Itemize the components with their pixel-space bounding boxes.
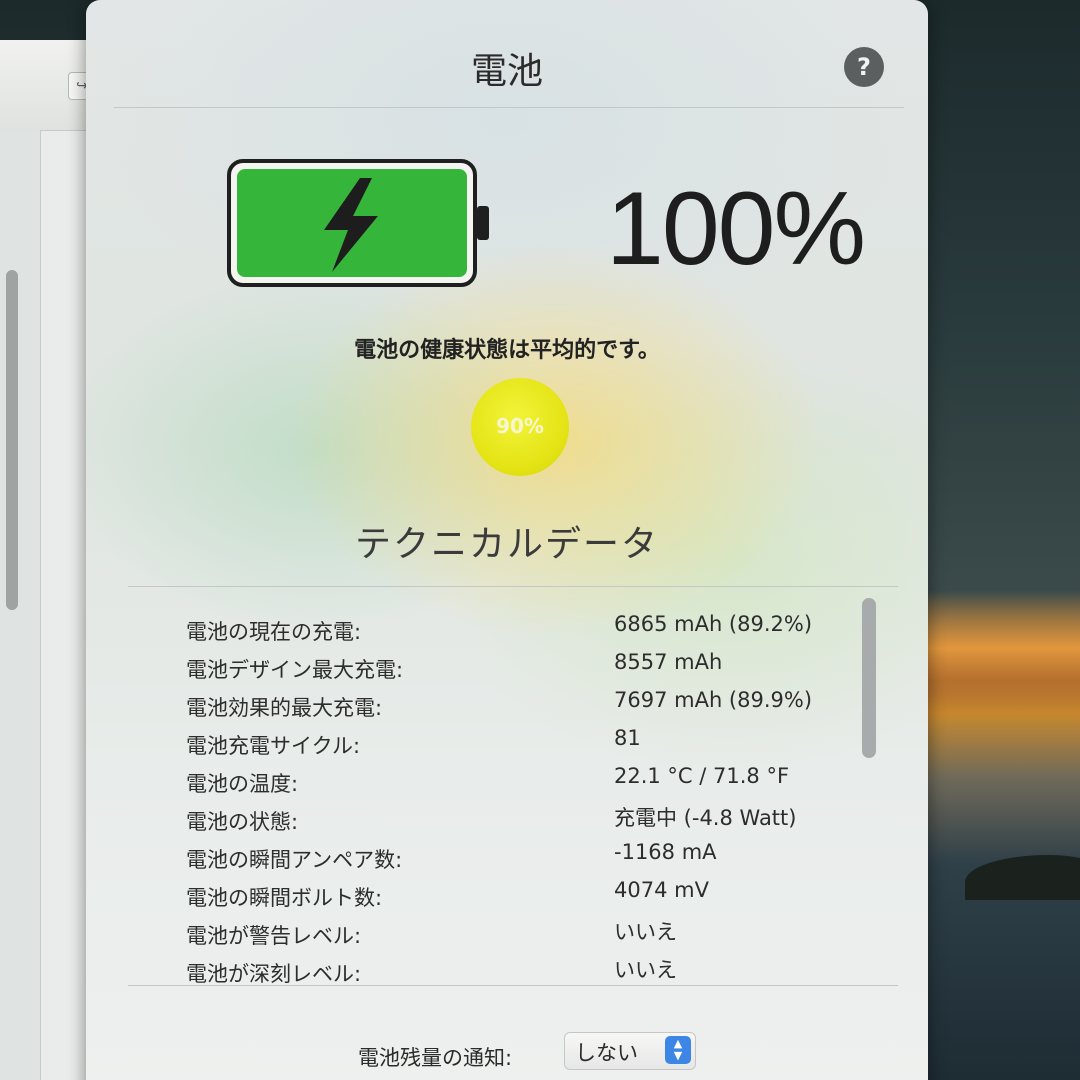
table-row: 電池の瞬間アンペア数: -1168 mA (186, 838, 866, 876)
tech-label: 電池デザイン最大充電: (186, 658, 404, 682)
notification-select-value: しない (575, 1041, 638, 1065)
notification-row: 電池残量の通知: しない ▲ ▼ (86, 1028, 928, 1072)
battery-icon (227, 159, 489, 287)
panel-title: 電池 (470, 51, 543, 92)
notification-label: 電池残量の通知: (358, 1046, 513, 1070)
tech-value: 81 (614, 726, 641, 750)
tech-value: 8557 mAh (614, 650, 723, 674)
table-row: 電池効果的最大充電: 7697 mAh (89.9%) (186, 686, 866, 724)
table-row: 電池が警告レベル: いいえ (186, 914, 866, 952)
desktop-scene: ↪ 電池 ? 100% 電池の健康状態は平均的です。 90% テクニカルデータ … (0, 0, 1080, 1080)
help-button[interactable]: ? (844, 47, 884, 87)
battery-health-percent: 90% (496, 414, 544, 438)
tech-label: 電池充電サイクル: (186, 734, 361, 758)
technical-data-scrollbar[interactable] (862, 598, 876, 758)
notification-select[interactable]: しない ▲ ▼ (564, 1032, 696, 1070)
table-row: 電池の現在の充電: 6865 mAh (89.2%) (186, 610, 866, 648)
tech-label: 電池の状態: (186, 810, 299, 834)
battery-health-text: 電池の健康状態は平均的です。 (354, 338, 660, 363)
tech-label: 電池の温度: (186, 772, 299, 796)
divider (128, 586, 898, 587)
sunset-glow (920, 590, 1080, 720)
tech-value: いいえ (614, 920, 677, 944)
tech-value: 6865 mAh (89.2%) (614, 612, 813, 636)
tech-value: いいえ (614, 958, 677, 982)
tech-value: 充電中 (-4.8 Watt) (614, 806, 797, 830)
chevron-up-down-icon[interactable]: ▲ ▼ (665, 1036, 691, 1064)
divider (114, 107, 904, 108)
tech-value: 4074 mV (614, 878, 709, 902)
battery-health-indicator: 90% (471, 378, 569, 476)
table-row: 電池の状態: 充電中 (-4.8 Watt) (186, 800, 866, 838)
table-row: 電池の温度: 22.1 °C / 71.8 °F (186, 762, 866, 800)
table-row: 電池の瞬間ボルト数: 4074 mV (186, 876, 866, 914)
background-window-scrollbar[interactable] (6, 270, 18, 610)
tech-label: 電池の瞬間ボルト数: (186, 886, 383, 910)
tech-label: 電池が警告レベル: (186, 924, 362, 948)
tech-label: 電池が深刻レベル: (186, 962, 362, 986)
battery-percent: 100% (606, 171, 866, 287)
island-silhouette (965, 855, 1080, 900)
tech-value: 7697 mAh (89.9%) (614, 688, 813, 712)
technical-data-heading: テクニカルデータ (354, 524, 659, 565)
tech-label: 電池の現在の充電: (186, 620, 362, 644)
battery-panel: 電池 ? 100% 電池の健康状態は平均的です。 90% テクニカルデータ 電池… (86, 0, 928, 1080)
tech-label: 電池の瞬間アンペア数: (186, 848, 403, 872)
tech-value: 22.1 °C / 71.8 °F (614, 764, 790, 788)
divider (128, 985, 898, 986)
table-row: 電池充電サイクル: 81 (186, 724, 866, 762)
tech-value: -1168 mA (614, 840, 717, 864)
table-row: 電池デザイン最大充電: 8557 mAh (186, 648, 866, 686)
technical-data-list: 電池の現在の充電: 6865 mAh (89.2%) 電池デザイン最大充電: 8… (186, 610, 866, 990)
tech-label: 電池効果的最大充電: (186, 696, 383, 720)
